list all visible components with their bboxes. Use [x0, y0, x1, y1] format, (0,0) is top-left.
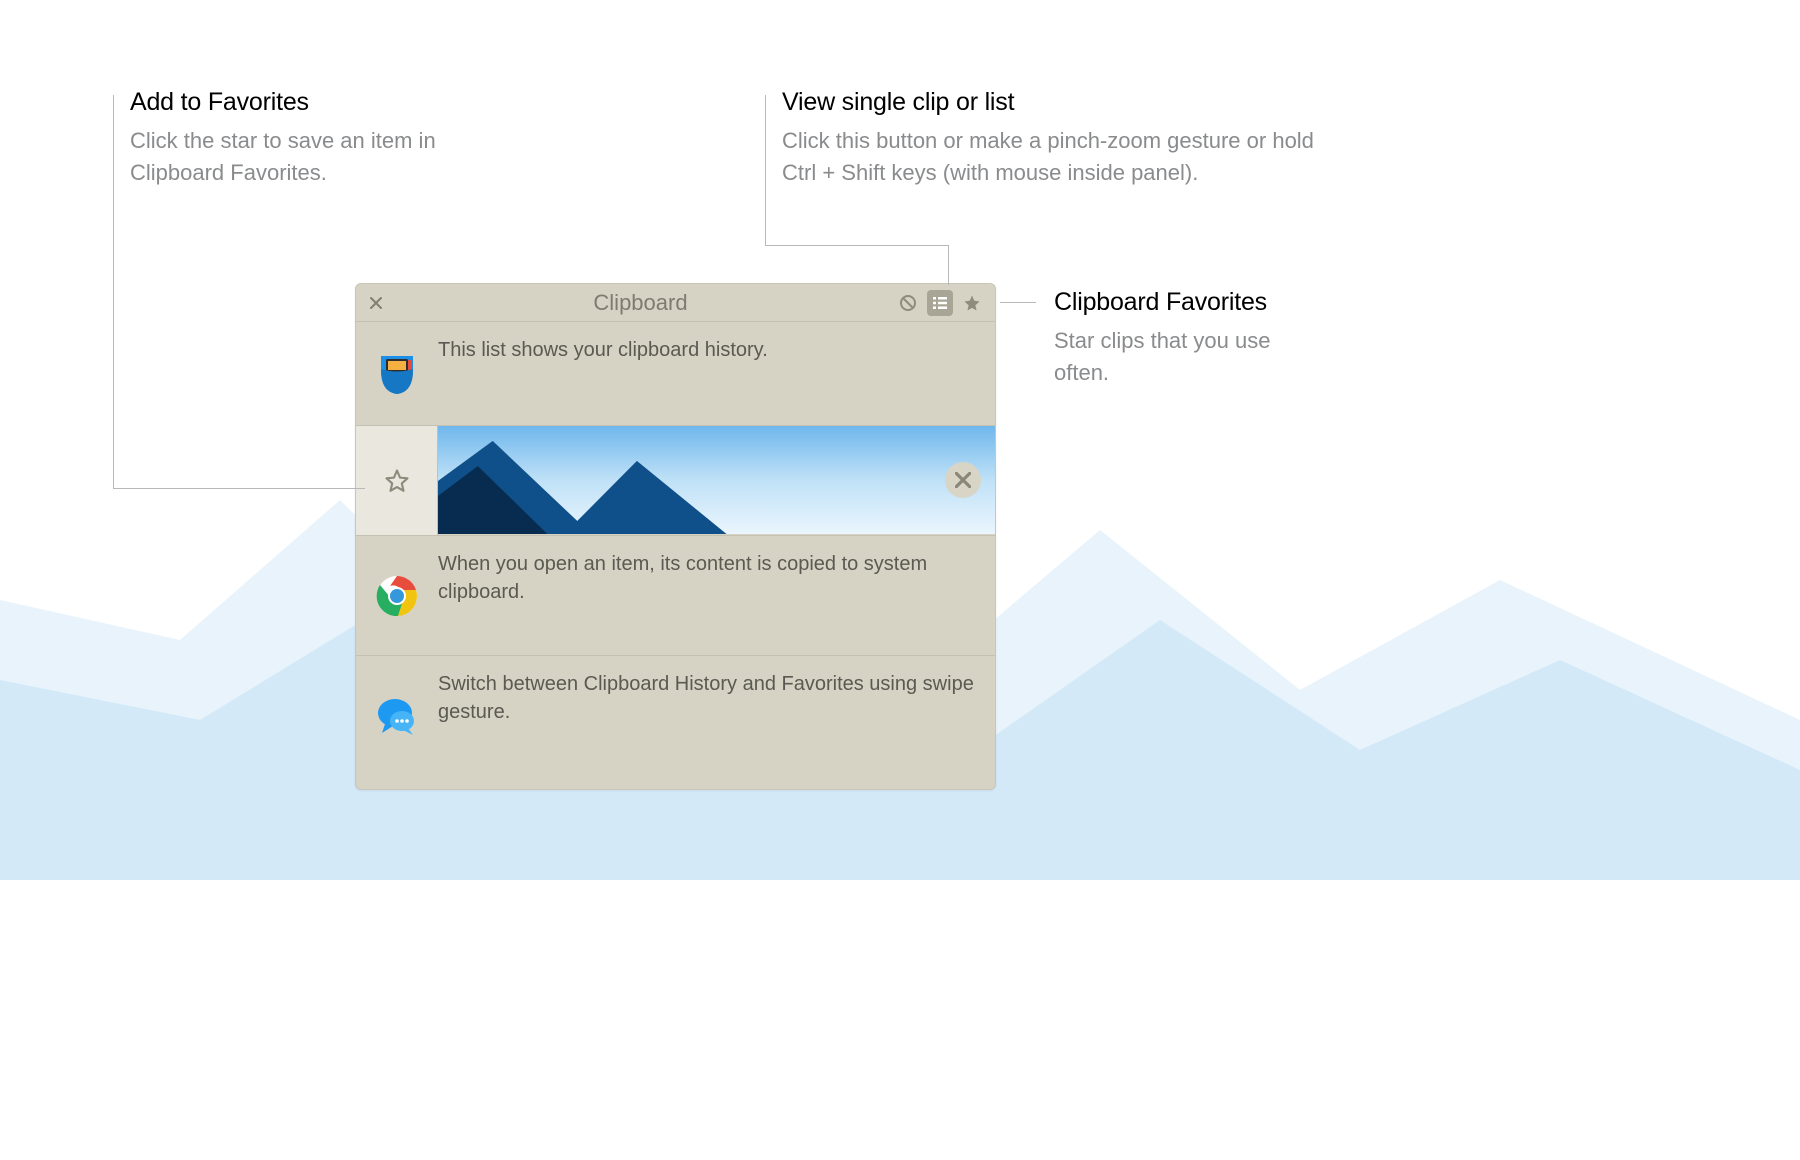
clip-text: Switch between Clipboard History and Fav… — [438, 656, 995, 776]
clip-text: When you open an item, its content is co… — [438, 536, 995, 655]
clip-row[interactable]: When you open an item, its content is co… — [356, 536, 995, 656]
close-icon — [955, 472, 971, 488]
clip-rows: This list shows your clipboard history. — [356, 322, 995, 789]
no-entry-icon — [899, 294, 917, 312]
panel-actions — [895, 290, 985, 316]
clear-history-button[interactable] — [895, 290, 921, 316]
leader-line — [1000, 302, 1036, 303]
panel-title: Clipboard — [386, 290, 895, 316]
list-view-button[interactable] — [927, 290, 953, 316]
leader-line — [765, 245, 948, 246]
star-outline-icon — [383, 467, 411, 495]
callout-title: Clipboard Favorites — [1054, 288, 1314, 317]
callout-body: Click this button or make a pinch-zoom g… — [782, 125, 1342, 189]
clip-source-icon — [356, 656, 438, 776]
messages-app-icon — [375, 694, 419, 738]
clip-image-preview — [438, 426, 995, 535]
callout-title: Add to Favorites — [130, 88, 510, 117]
pocket-app-icon — [375, 352, 419, 396]
callout-body: Click the star to save an item in Clipbo… — [130, 125, 510, 189]
star-icon — [963, 294, 981, 312]
delete-clip-button[interactable] — [945, 462, 981, 498]
leader-line — [765, 95, 766, 245]
clip-row[interactable]: This list shows your clipboard history. — [356, 322, 995, 426]
close-icon — [370, 297, 382, 309]
clip-source-icon — [356, 536, 438, 655]
leader-line — [113, 488, 365, 489]
clip-text: This list shows your clipboard history. — [438, 322, 995, 425]
list-icon — [931, 294, 949, 312]
callout-view-mode: View single clip or list Click this butt… — [782, 88, 1342, 189]
leader-line — [948, 245, 949, 285]
mountain-thumbnail — [438, 426, 995, 534]
favorite-toggle[interactable] — [356, 426, 438, 535]
panel-header: Clipboard — [356, 284, 995, 322]
callout-body: Star clips that you use often. — [1054, 325, 1314, 389]
callout-add-to-favorites: Add to Favorites Click the star to save … — [130, 88, 510, 189]
leader-line — [113, 95, 114, 488]
callout-title: View single clip or list — [782, 88, 1342, 117]
clip-row-selected[interactable] — [356, 426, 995, 536]
clip-source-icon — [356, 322, 438, 425]
callout-clipboard-favorites: Clipboard Favorites Star clips that you … — [1054, 288, 1314, 389]
clip-row[interactable]: Switch between Clipboard History and Fav… — [356, 656, 995, 776]
chrome-app-icon — [375, 574, 419, 618]
close-button[interactable] — [366, 293, 386, 313]
clipboard-panel: Clipboard — [355, 283, 996, 790]
favorites-view-button[interactable] — [959, 290, 985, 316]
